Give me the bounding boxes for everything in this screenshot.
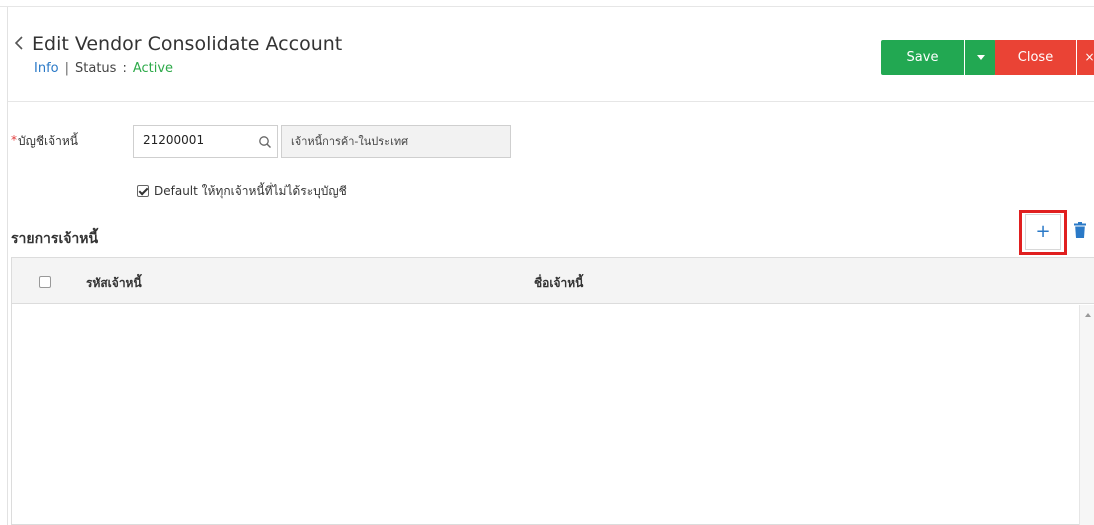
status-label: Status bbox=[75, 61, 117, 76]
close-x-button[interactable]: × bbox=[1077, 40, 1094, 75]
top-border bbox=[0, 0, 1094, 7]
scroll-up-icon[interactable] bbox=[1085, 313, 1091, 317]
column-header-name[interactable]: ชื่อเจ้าหนี้ bbox=[534, 274, 583, 293]
select-all-checkbox[interactable] bbox=[39, 276, 51, 288]
column-header-code[interactable]: รหัสเจ้าหนี้ bbox=[86, 274, 142, 293]
caret-down-icon bbox=[977, 55, 985, 60]
status-colon: : bbox=[122, 61, 127, 76]
add-button[interactable]: + bbox=[1025, 214, 1061, 250]
vendor-table: รหัสเจ้าหนี้ ชื่อเจ้าหนี้ bbox=[11, 257, 1094, 525]
status-value: Active bbox=[132, 61, 174, 76]
default-checkbox[interactable] bbox=[137, 185, 149, 197]
default-checkbox-row[interactable]: Default ให้ทุกเจ้าหนี้ที่ไม่ได้ระบุบัญชี bbox=[137, 182, 347, 201]
section-title: รายการเจ้าหนี้ bbox=[11, 231, 99, 247]
scrollbar[interactable] bbox=[1079, 305, 1094, 525]
separator: | bbox=[64, 61, 69, 76]
status-line: Info | Status: Active bbox=[34, 61, 173, 76]
info-link[interactable]: Info bbox=[34, 61, 59, 76]
search-icon[interactable] bbox=[258, 135, 272, 149]
close-button[interactable]: Close bbox=[995, 40, 1076, 75]
page-header: Edit Vendor Consolidate Account Info | Sta… bbox=[8, 8, 1094, 102]
account-code-input[interactable] bbox=[143, 133, 253, 147]
trash-icon[interactable] bbox=[1074, 222, 1086, 238]
account-name-field bbox=[281, 125, 511, 158]
save-button[interactable]: Save bbox=[881, 40, 964, 75]
plus-icon: + bbox=[1035, 221, 1051, 242]
account-label: บัญชีเจ้าหนี้ bbox=[18, 134, 78, 148]
chevron-left-icon[interactable] bbox=[14, 36, 24, 50]
save-dropdown-button[interactable] bbox=[965, 40, 996, 75]
table-header: รหัสเจ้าหนี้ ชื่อเจ้าหนี้ bbox=[12, 258, 1094, 304]
default-checkbox-label: Default ให้ทุกเจ้าหนี้ที่ไม่ได้ระบุบัญชี bbox=[154, 184, 347, 198]
account-name-input bbox=[291, 134, 501, 147]
account-code-field[interactable] bbox=[133, 125, 278, 158]
page-title: Edit Vendor Consolidate Account bbox=[32, 33, 343, 55]
required-mark: * bbox=[11, 133, 17, 147]
